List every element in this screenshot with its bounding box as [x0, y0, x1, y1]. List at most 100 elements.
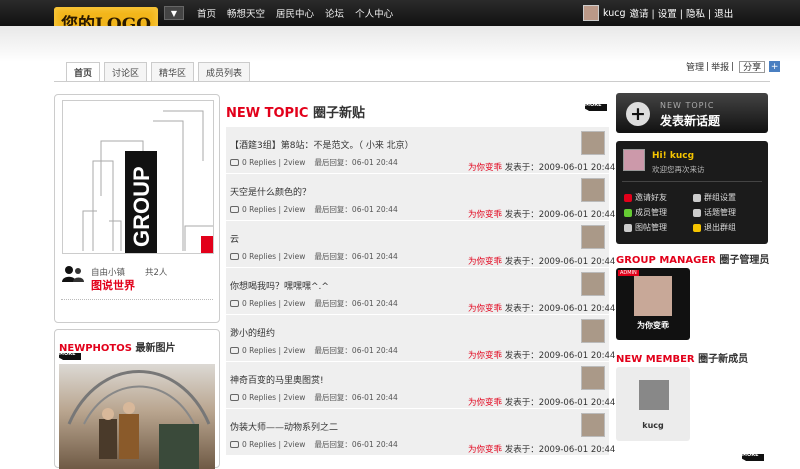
leave-group-label: 退出群组 [704, 223, 736, 232]
new-topic-small: NEW TOPIC [660, 101, 715, 110]
topic-title[interactable]: 云 [230, 232, 239, 245]
topic-title[interactable]: 天空是什么颜色的？ [230, 185, 311, 198]
topic-author[interactable]: 为你变乖 [468, 163, 502, 173]
topic-title[interactable]: 神奇百变的马里奥图赏! [230, 373, 324, 386]
greeting-sub: 欢迎您再次来访 [652, 165, 705, 174]
nav-forum[interactable]: 论坛 [324, 6, 354, 20]
report-link[interactable]: 举报 [711, 60, 729, 73]
topic-author[interactable]: 为你变乖 [468, 398, 502, 408]
avatar[interactable] [581, 413, 605, 437]
member-admin-link[interactable]: 成员管理 [624, 207, 667, 218]
topic-last-reply: 最后回复：06-01 20:44 [314, 158, 398, 167]
members-icon [62, 266, 84, 282]
avatar[interactable] [581, 178, 605, 202]
feed-header: NEW TOPIC 圈子新贴 [226, 102, 365, 121]
topic-row[interactable]: 天空是什么颜色的？ 0 Replies | 2view 最后回复：06-01 20… [226, 174, 615, 220]
avatar[interactable] [581, 319, 605, 343]
avatar[interactable] [581, 225, 605, 249]
avatar[interactable] [639, 380, 669, 410]
topic-stats: 0 Replies | 2view [242, 299, 306, 308]
topic-admin-label: 话题管理 [704, 208, 736, 217]
topic-author[interactable]: 为你变乖 [468, 351, 502, 361]
member-card[interactable]: kucg [616, 367, 690, 441]
user-links[interactable]: 邀请 | 设置 | 隐私 | 退出 [629, 6, 733, 20]
tab-members[interactable]: 成员列表 [198, 62, 251, 81]
user-box: kucg 邀请 | 设置 | 隐私 | 退出 [583, 4, 733, 22]
member-more-button[interactable]: MORE ▶ [742, 452, 764, 464]
photos-title-cn: 最新图片 [135, 343, 176, 354]
nav-home[interactable]: 首页 [196, 6, 226, 20]
avatar[interactable] [634, 276, 672, 316]
settings-icon [693, 193, 701, 202]
topic-row[interactable]: 伪装大师——动物系列之二 0 Replies | 2view 最后回复：06-01… [226, 409, 615, 455]
topic-meta: 0 Replies | 2view 最后回复：06-01 20:44 [230, 157, 398, 168]
group-name[interactable]: 图说世界 [91, 277, 135, 293]
nav-residents[interactable]: 居民中心 [275, 6, 324, 20]
member-title-cn: 圈子新成员 [698, 354, 749, 365]
comment-icon [230, 394, 239, 401]
header-band [0, 26, 800, 62]
topic-author[interactable]: 为你变乖 [468, 445, 502, 455]
share-plus-icon[interactable]: + [769, 61, 781, 72]
group-image: GROUP [62, 100, 214, 254]
menu-dropdown-button[interactable]: ▼ [164, 6, 184, 20]
topic-date: 发表于：2009-06-01 20:44 [504, 304, 616, 314]
avatar[interactable] [581, 131, 605, 155]
topic-title[interactable]: 渺小的纽约 [230, 326, 275, 339]
tab-featured[interactable]: 精华区 [151, 62, 195, 81]
manager-name[interactable]: 为你变乖 [616, 320, 690, 331]
topic-meta: 0 Replies | 2view 最后回复：06-01 20:44 [230, 392, 398, 403]
comment-icon [230, 253, 239, 260]
member-name[interactable]: kucg [616, 421, 690, 430]
topic-date: 发表于：2009-06-01 20:44 [504, 210, 616, 220]
topic-row[interactable]: 神奇百变的马里奥图赏! 0 Replies | 2view 最后回复：06-01 … [226, 362, 615, 408]
avatar[interactable] [623, 149, 645, 171]
image-admin-label: 图帖管理 [635, 223, 667, 232]
topic-author[interactable]: 为你变乖 [468, 210, 502, 220]
topic-last-reply: 最后回复：06-01 20:44 [314, 205, 398, 214]
new-topic-button[interactable]: + NEW TOPIC 发表新话题 [616, 93, 768, 133]
manage-link[interactable]: 管理 [686, 60, 704, 73]
photo-thumbnail[interactable] [59, 364, 215, 469]
top-bar: 您的LOGO ▼ 首页 畅想天空 居民中心 论坛 个人中心 kucg 邀请 | … [0, 0, 800, 37]
nav-sky[interactable]: 畅想天空 [226, 6, 275, 20]
comment-icon [230, 159, 239, 166]
member-count: 共2人 [145, 268, 168, 278]
topic-row[interactable]: 你想喝我吗？嘿嘿嘿^.^ 0 Replies | 2view 最后回复：06-01… [226, 268, 615, 314]
member-admin-label: 成员管理 [635, 208, 667, 217]
topic-credit: 为你变乖 发表于：2009-06-01 20:44 [468, 161, 615, 173]
topic-credit: 为你变乖 发表于：2009-06-01 20:44 [468, 255, 615, 267]
divider [622, 181, 762, 182]
topic-row[interactable]: 渺小的纽约 0 Replies | 2view 最后回复：06-01 20:44 … [226, 315, 615, 361]
avatar[interactable] [583, 5, 599, 21]
topic-author[interactable]: 为你变乖 [468, 257, 502, 267]
topic-title[interactable]: 伪装大师——动物系列之二 [230, 420, 338, 433]
avatar[interactable] [581, 366, 605, 390]
username[interactable]: kucg [603, 8, 625, 19]
topic-row[interactable]: 云 0 Replies | 2view 最后回复：06-01 20:44 为你变乖… [226, 221, 615, 267]
group-settings-link[interactable]: 群组设置 [693, 192, 736, 203]
share-button[interactable]: 分享 [739, 60, 766, 73]
tab-home[interactable]: 首页 [66, 62, 101, 81]
topic-title[interactable]: 【酒筵3组】第8站：不是范文。（ 小来 北京） [230, 138, 414, 151]
exit-icon [693, 223, 701, 232]
manager-card[interactable]: ADMIN 为你变乖 [616, 268, 690, 340]
topic-title[interactable]: 你想喝我吗？嘿嘿嘿^.^ [230, 279, 329, 292]
topic-admin-link[interactable]: 话题管理 [693, 207, 736, 218]
nav-personal[interactable]: 个人中心 [354, 6, 403, 20]
tab-discussion[interactable]: 讨论区 [104, 62, 148, 81]
topic-stats: 0 Replies | 2view [242, 205, 306, 214]
topic-meta: 0 Replies | 2view 最后回复：06-01 20:44 [230, 204, 398, 215]
photos-more-button[interactable]: MORE ▶ [59, 351, 81, 363]
manager-title-en: GROUP MANAGER [616, 255, 716, 266]
image-admin-link[interactable]: 图帖管理 [624, 222, 667, 233]
feed-more-button[interactable]: MORE ▶ [585, 102, 607, 114]
topic-row[interactable]: 【酒筵3组】第8站：不是范文。（ 小来 北京） 0 Replies | 2vie… [226, 127, 615, 173]
greeting: Hi! kucg [652, 151, 695, 161]
invite-friends-link[interactable]: 邀请好友 [624, 192, 667, 203]
topic-author[interactable]: 为你变乖 [468, 304, 502, 314]
topic-date: 发表于：2009-06-01 20:44 [504, 257, 616, 267]
tab-divider [54, 81, 770, 82]
leave-group-link[interactable]: 退出群组 [693, 222, 736, 233]
avatar[interactable] [581, 272, 605, 296]
